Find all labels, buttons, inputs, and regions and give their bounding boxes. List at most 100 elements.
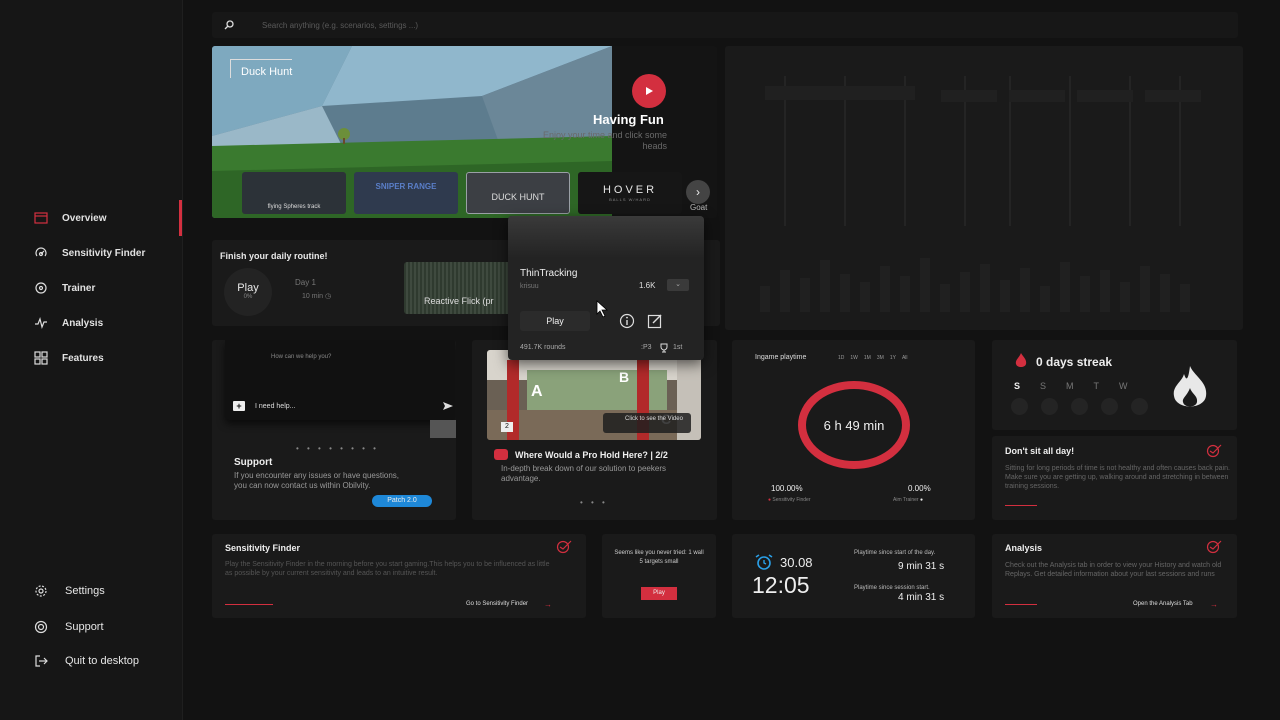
accent-line xyxy=(225,604,273,605)
rank-value: :P3 xyxy=(641,344,652,351)
routine-day: Day 1 xyxy=(295,278,316,287)
trainer-percent: 0.00% xyxy=(908,484,931,493)
playtime-total: 6 h 49 min xyxy=(823,417,885,433)
day-playtime-label: Playtime since start of the day. xyxy=(854,550,936,556)
carousel-dots[interactable]: • • • • • • • • xyxy=(296,444,379,453)
send-icon[interactable] xyxy=(443,402,453,410)
range-option[interactable]: 1M xyxy=(864,355,871,361)
nav-analysis[interactable]: Analysis xyxy=(34,313,103,333)
nav-trainer[interactable]: Trainer xyxy=(34,278,95,298)
nav-label: Support xyxy=(65,621,104,633)
svg-text:B: B xyxy=(619,369,629,385)
card-title: Analysis xyxy=(1005,543,1043,553)
range-option[interactable]: 1D xyxy=(838,355,844,361)
chevron-right-icon[interactable]: › xyxy=(686,180,710,204)
svg-text:A: A xyxy=(531,383,543,400)
stats-chart-loading xyxy=(725,46,1243,330)
scenario-carousel: flying Spheres track SNIPER RANGE DUCK H… xyxy=(242,172,682,214)
info-icon[interactable] xyxy=(619,313,635,329)
nav-quit[interactable]: Quit to desktop xyxy=(34,651,139,671)
mouse-cursor-icon xyxy=(596,300,608,318)
scenario-thumb[interactable]: SNIPER RANGE xyxy=(354,172,458,214)
range-option[interactable]: All xyxy=(902,355,908,361)
plus-icon: + xyxy=(233,401,245,411)
target-icon xyxy=(35,282,47,294)
hero-tag: Duck Hunt xyxy=(230,59,293,78)
weekday: W xyxy=(1119,381,1128,391)
thumb-title: DUCK HUNT xyxy=(491,192,545,202)
nav-features[interactable]: Features xyxy=(34,348,104,368)
nav-support[interactable]: Support xyxy=(34,617,104,637)
routine-play-button[interactable]: Play 0% xyxy=(224,268,272,316)
watch-video-button[interactable]: Click to see the Video xyxy=(603,413,691,433)
scenario-thumb-selected[interactable]: DUCK HUNT xyxy=(466,172,570,214)
arrow-right-icon[interactable]: → xyxy=(1210,600,1218,609)
chat-input[interactable]: + I need help... xyxy=(233,398,453,414)
range-option[interactable]: 1W xyxy=(850,355,858,361)
support-title: Support xyxy=(234,457,273,468)
active-indicator xyxy=(179,200,182,236)
thumb-caption: flying Spheres track xyxy=(267,204,321,210)
playtime-title: Ingame playtime xyxy=(755,354,807,361)
chevron-down-icon[interactable]: ⌄ xyxy=(667,279,689,291)
go-to-sensitivity-finder-link[interactable]: Go to Sensitivity Finder xyxy=(466,601,528,607)
scenario-author[interactable]: krisuu xyxy=(520,283,539,290)
check-circle-icon xyxy=(1206,444,1222,458)
range-selector: 1D 1W 1M 3M 1Y All xyxy=(838,355,908,361)
alarm-clock-icon xyxy=(755,554,773,570)
carousel-dots[interactable]: • • • xyxy=(580,498,608,507)
play-count: 1.6K xyxy=(639,281,656,290)
play-button[interactable] xyxy=(632,74,666,108)
suggestion-card: Seems like you never tried: 1 wall 5 tar… xyxy=(602,534,716,618)
thumb-title: SNIPER RANGE xyxy=(375,182,437,191)
nav-overview[interactable]: Overview xyxy=(34,208,106,228)
trophy-icon xyxy=(660,343,668,353)
scenario-popup: ThinTracking krisuu 1.6K ⌄ Play 491.7K r… xyxy=(508,216,704,360)
range-option[interactable]: 3M xyxy=(877,355,884,361)
scenario-thumb[interactable]: flying Spheres track xyxy=(242,172,346,214)
scenario-name: ThinTracking xyxy=(520,268,578,279)
card-description: Check out the Analysis tab in order to v… xyxy=(1005,562,1222,578)
edit-icon[interactable] xyxy=(647,313,663,329)
legend-label: Sensitivity Finder xyxy=(772,497,811,503)
search-icon[interactable] xyxy=(224,20,234,30)
streak-day xyxy=(1041,398,1058,415)
scenario-thumb[interactable]: HOVER BALLS W/HARD xyxy=(578,172,682,214)
tip-description: Sitting for long periods of time is not … xyxy=(1005,465,1230,490)
nav-label: Features xyxy=(62,352,104,364)
exit-icon xyxy=(35,655,48,667)
nav-label: Analysis xyxy=(62,317,104,329)
analysis-card: Analysis Check out the Analysis tab in o… xyxy=(992,534,1237,618)
arrow-right-icon[interactable]: → xyxy=(544,600,552,609)
support-card: How can we help you? + I need help... • … xyxy=(212,340,456,520)
check-circle-icon xyxy=(556,540,572,554)
routine-minutes-value: 10 min xyxy=(302,293,324,300)
streak-day xyxy=(1101,398,1118,415)
routine-minutes: 10 min ◷ xyxy=(302,292,331,300)
popup-play-button[interactable]: Play xyxy=(520,311,590,331)
nav-sensitivity-finder[interactable]: Sensitivity Finder xyxy=(34,243,145,263)
tip-card: Don't sit all day! Sitting for long peri… xyxy=(992,436,1237,520)
thumb-subtitle: BALLS W/HARD xyxy=(609,197,651,202)
fire-large-icon xyxy=(1173,366,1207,407)
nav-label: Settings xyxy=(65,585,105,597)
gear-icon xyxy=(35,585,47,597)
weekday: S xyxy=(1040,381,1047,391)
suggestion-play-button[interactable]: Play xyxy=(641,587,677,600)
search-input[interactable] xyxy=(262,20,862,30)
range-option[interactable]: 1Y xyxy=(890,355,896,361)
watch-video-label: Click to see the Video xyxy=(625,416,683,422)
hero-banner[interactable]: Duck Hunt Having Fun Enjoy your time and… xyxy=(212,46,717,218)
check-circle-icon xyxy=(1206,540,1222,554)
play-icon xyxy=(646,87,653,95)
chat-preview: How can we help you? + I need help... xyxy=(225,340,455,420)
open-analysis-link[interactable]: Open the Analysis Tab xyxy=(1133,601,1193,607)
streak-day xyxy=(1131,398,1148,415)
next-thumb-label: Goat xyxy=(690,203,708,212)
streak-day xyxy=(1071,398,1088,415)
nav-settings[interactable]: Settings xyxy=(34,581,105,601)
patch-badge[interactable]: Patch 2.0 xyxy=(372,495,432,507)
routine-scenario[interactable]: Reactive Flick (pr xyxy=(404,262,514,314)
nav-label: Trainer xyxy=(62,282,96,294)
weekday: T xyxy=(1093,381,1100,391)
